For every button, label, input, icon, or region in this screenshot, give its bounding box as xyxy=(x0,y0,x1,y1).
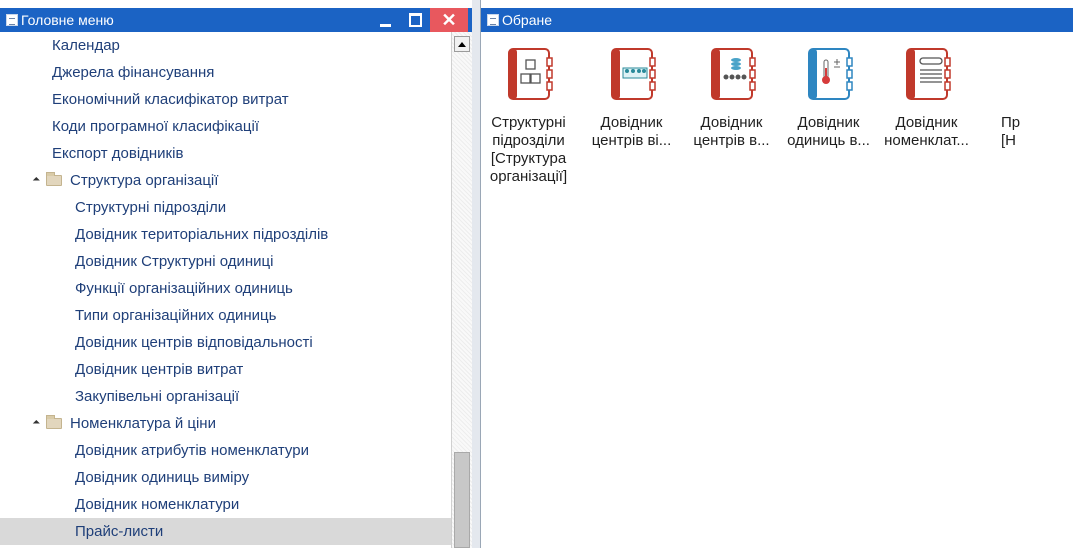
favorite-label: Довідник номенклат... xyxy=(884,114,969,149)
tree-group[interactable]: Номенклатура й ціни xyxy=(0,410,452,437)
favorite-shortcut[interactable]: Довідник одиниць в... xyxy=(776,46,881,150)
tree-item[interactable]: Довідник Структурні одиниці xyxy=(0,248,452,275)
tree-item[interactable]: Економічний класифікатор витрат xyxy=(0,86,452,113)
tree-item-label: Структура організації xyxy=(70,172,219,189)
minimize-button[interactable] xyxy=(370,8,400,32)
menu-window-icon xyxy=(6,14,18,26)
tree-item-label: Номенклатура й ціни xyxy=(70,415,216,432)
main-menu-titlebar[interactable]: Головне меню ✕ xyxy=(0,8,472,32)
expand-arrow-icon[interactable] xyxy=(32,176,40,185)
tree-item-label: Прайс-листи xyxy=(75,523,164,540)
favorite-label: Довідник одиниць в... xyxy=(787,114,870,149)
main-menu-panel: Головне меню ✕ Календар Джерела фінансува… xyxy=(0,8,473,548)
people-coins-icon xyxy=(679,46,784,102)
favorite-icon-offscreen xyxy=(1001,46,1073,114)
tree-item-label: Закупівельні організації xyxy=(75,388,240,405)
tree-item-label: Економічний класифікатор витрат xyxy=(52,91,289,108)
tree-item-label: Джерела фінансування xyxy=(52,64,215,81)
favorites-titlebar[interactable]: Обране xyxy=(481,8,1073,32)
tree-item[interactable]: Експорт довідників xyxy=(0,140,452,167)
favorite-label: Довідник центрів ві... xyxy=(591,114,672,149)
tree-item[interactable]: Довідник номенклатури xyxy=(0,491,452,518)
favorite-label: Пр [Н xyxy=(1001,114,1021,149)
favorites-window-icon xyxy=(487,14,499,26)
minimize-icon xyxy=(379,23,391,27)
menu-tree: Календар Джерела фінансування Економічний … xyxy=(0,32,452,548)
tree-item-label: Довідник номенклатури xyxy=(75,496,240,513)
tree-scrollbar[interactable] xyxy=(451,32,472,548)
tree-item[interactable]: Функції організаційних одиниць xyxy=(0,275,452,302)
favorites-panel: Обране Структурні підрозділи [Структура … xyxy=(481,8,1073,548)
tree-item-label: Довідник атрибутів номенклатури xyxy=(75,442,309,459)
tree-item[interactable]: Закупівельні організації xyxy=(0,383,452,410)
arrow-up-icon xyxy=(458,41,466,47)
tree-item-label: Експорт довідників xyxy=(52,145,184,162)
document-list-icon xyxy=(874,46,979,102)
tree-item-label: Довідник одиниць виміру xyxy=(75,469,250,486)
favorite-shortcut[interactable]: Пр [Н xyxy=(1001,46,1073,150)
thermometer-icon xyxy=(776,46,881,102)
tree-item[interactable]: Структурні підрозділи xyxy=(0,194,452,221)
close-icon: ✕ xyxy=(441,9,457,30)
window-controls: ✕ xyxy=(370,8,468,32)
tree-item[interactable]: Довідник центрів відповідальності xyxy=(0,329,452,356)
tree-item-label: Довідник Структурні одиниці xyxy=(75,253,274,270)
tree-item[interactable]: Довідник одиниць виміру xyxy=(0,464,452,491)
favorite-shortcut[interactable]: Структурні підрозділи [Структура організ… xyxy=(481,46,581,186)
tree-item-label: Довідник центрів витрат xyxy=(75,361,244,378)
tree-item[interactable]: Типи організаційних одиниць xyxy=(0,302,452,329)
maximize-icon xyxy=(408,13,422,27)
maximize-button[interactable] xyxy=(400,8,430,32)
expand-arrow-icon[interactable] xyxy=(32,419,40,428)
tree-item[interactable]: Джерела фінансування xyxy=(0,59,452,86)
scroll-thumb[interactable] xyxy=(454,452,470,548)
favorite-shortcut[interactable]: Довідник центрів в... xyxy=(679,46,784,150)
tree-item[interactable]: Довідник атрибутів номенклатури xyxy=(0,437,452,464)
scroll-up-button[interactable] xyxy=(454,36,470,52)
tree-item-label: Типи організаційних одиниць xyxy=(75,307,277,324)
favorite-label: Довідник центрів в... xyxy=(693,114,770,149)
people-group-icon xyxy=(579,46,684,102)
tree-item[interactable]: Прайс-листи xyxy=(0,518,452,545)
favorite-shortcut[interactable]: Довідник номенклат... xyxy=(874,46,979,150)
favorites-area: Структурні підрозділи [Структура організ… xyxy=(481,32,1073,548)
favorite-label: Структурні підрозділи [Структура організ… xyxy=(489,114,568,185)
tree-group[interactable]: Структура організації xyxy=(0,167,452,194)
folder-icon xyxy=(46,415,62,429)
tree-item-label: Довідник центрів відповідальності xyxy=(75,334,313,351)
tree-item[interactable]: Довідник територіальних підрозділів xyxy=(0,221,452,248)
close-button[interactable]: ✕ xyxy=(430,8,468,32)
favorites-title: Обране xyxy=(502,12,552,28)
tree-item[interactable]: Календар xyxy=(0,32,452,59)
favorite-shortcut[interactable]: Довідник центрів ві... xyxy=(579,46,684,150)
panel-splitter[interactable] xyxy=(472,0,481,548)
tree-item-label: Календар xyxy=(52,37,120,54)
folder-icon xyxy=(46,172,62,186)
tree-item-label: Довідник територіальних підрозділів xyxy=(75,226,329,243)
main-menu-title: Головне меню xyxy=(21,12,114,28)
tree-item[interactable]: Довідник центрів витрат xyxy=(0,356,452,383)
tree-item-label: Структурні підрозділи xyxy=(75,199,227,216)
tree-item[interactable]: Коди програмної класифікації xyxy=(0,113,452,140)
tree-item-label: Коди програмної класифікації xyxy=(52,118,259,135)
tree-item-label: Функції організаційних одиниць xyxy=(75,280,293,297)
org-structure-icon xyxy=(481,46,581,102)
